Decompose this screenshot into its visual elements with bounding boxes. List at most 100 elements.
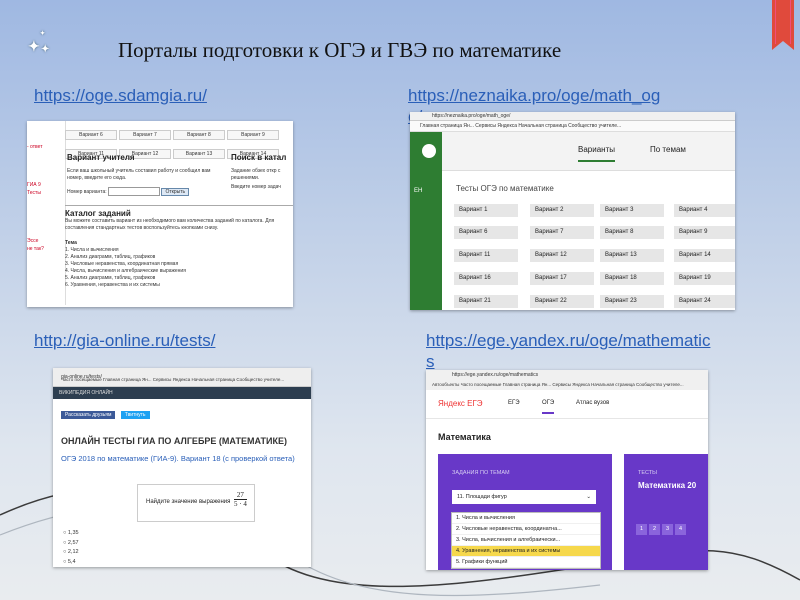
nav-oge[interactable]: ОГЭ [542,400,555,414]
tab-variants[interactable]: Варианты [578,145,615,162]
sidebar-item[interactable]: Тесты [27,189,65,197]
variant-button[interactable]: Вариант 21 [454,295,518,308]
sidebar-item[interactable]: ГИА 9 [27,181,65,189]
variant-button[interactable]: Вариант 24 [674,295,735,308]
topic-item[interactable]: 1. Числа и вычисления [65,247,293,254]
answer-option[interactable]: ○ 2,57 [63,540,79,546]
variant-button[interactable]: Вариант 22 [530,295,594,308]
screenshot-gia-online: gia-online.ru/tests/ Часто посещаемые Гл… [53,368,311,567]
topic-item[interactable]: 5. Анализ диаграмм, таблиц, графиков [65,275,293,282]
tests-subtitle: Тесты ОГЭ по математике [456,184,554,193]
variant-button[interactable]: Вариант 12 [530,249,594,262]
variant-button[interactable]: Вариант 9 [674,226,735,239]
variant-button[interactable]: Вариант 4 [674,204,735,217]
browser-toolbar: https://neznaika.pro/oge/math_oge/ [410,112,735,121]
catalog-title: Каталог заданий [65,209,131,218]
variant-button[interactable]: Вариант 23 [600,295,664,308]
teacher-variant-title: Вариант учителя [67,153,135,162]
variant-button[interactable]: Вариант 2 [530,204,594,217]
variant-button[interactable]: Вариант 13 [600,249,664,262]
variant-number-label: Номер варианта: [67,188,107,195]
fraction-numerator: 27 [234,491,247,500]
screenshot-yandex: https://ege.yandex.ru/oge/mathematics Ав… [426,370,708,570]
topic-item[interactable]: 4. Числа, вычисления и алгебраические вы… [65,268,293,275]
link-yandex-cont[interactable]: s [426,352,435,372]
screenshot-sdamgia: - ответ ГИА 9 Тесты Эссе не так? Вариант… [27,121,293,307]
task-text: Найдите значение выражения [146,499,231,505]
browser-toolbar: https://ege.yandex.ru/oge/mathematics Ав… [426,370,708,391]
topic-item[interactable]: 6. Уравнения, неравенства и их системы [65,282,293,289]
variant-button[interactable]: Вариант 16 [454,272,518,285]
variant-button[interactable]: Вариант 6 [454,226,518,239]
variant-button[interactable]: Вариант 3 [600,204,664,217]
topic-select[interactable]: 11. Площади фигур ⌄ [452,490,596,504]
address-bar[interactable]: https://ege.yandex.ru/oge/mathematics [432,370,708,380]
sidebar-item[interactable]: не так? [27,245,65,253]
nav-ege[interactable]: ЕГЭ [508,400,520,406]
nav-atlas[interactable]: Атлас вузов [576,400,609,406]
answer-option[interactable]: ○ 2,12 [63,549,79,555]
share-button[interactable]: Рассказать друзьям [61,411,116,419]
variant-button[interactable]: Вариант 8 [173,130,225,140]
address-bar[interactable]: https://neznaika.pro/oge/math_oge/ [432,113,510,119]
variant-button[interactable]: Вариант 14 [674,249,735,262]
tweet-button[interactable]: Твитнуть [120,411,150,419]
tests-card-title: Математика 20 [638,481,697,490]
variant-buttons: Вариант 1 Вариант 2 Вариант 3 Вариант 4 … [454,204,735,310]
bookmark-ribbon [772,0,794,50]
variant-button[interactable]: Вариант 9 [227,130,279,140]
yandex-logo[interactable]: Яндекс ЕГЭ [438,399,483,408]
task-box: Найдите значение выражения 27 5 · 4 [137,484,255,522]
variant-button[interactable]: Вариант 18 [600,272,664,285]
fraction-denominator: 5 · 4 [234,500,247,508]
variant-button[interactable]: Вариант 8 [600,226,664,239]
dropdown-option[interactable]: 1. Числа и вычисления [452,513,600,524]
answer-option[interactable]: ○ 5,4 [63,559,76,565]
topic-item[interactable]: 3. Числовые неравенства, координатная пр… [65,261,293,268]
topic-item[interactable]: 2. Анализ диаграмм, таблиц, графиков [65,254,293,261]
dropdown-option[interactable]: 5. Графики функций [452,557,600,568]
search-hint: Введите номер задач [231,184,281,190]
bookmarks-bar[interactable]: Автообъекты Часто посещаемые Главная стр… [432,380,708,390]
screenshot-neznaika: https://neznaika.pro/oge/math_oge/ Главн… [410,112,735,310]
variant-button[interactable]: Вариант 19 [674,272,735,285]
dropdown-option[interactable]: 4. Уравнения, неравенства и их системы [452,546,600,557]
page-button[interactable]: 3 [662,524,673,535]
link-sdamgia[interactable]: https://oge.sdamgia.ru/ [34,86,207,106]
variant-button[interactable]: Вариант 7 [119,130,171,140]
link-yandex[interactable]: https://ege.yandex.ru/oge/mathematic [426,331,710,351]
tests-card-label: ТЕСТЫ [638,470,658,476]
page-heading: ОНЛАЙН ТЕСТЫ ГИА ПО АЛГЕБРЕ (МАТЕМАТИКЕ) [61,436,287,446]
dropdown-option[interactable]: 3. Числа, вычисления и алгебраически... [452,535,600,546]
test-subtitle[interactable]: ОГЭ 2018 по математике (ГИА-9). Вариант … [61,454,295,463]
link-neznaika[interactable]: https://neznaika.pro/oge/math_og [408,86,660,106]
page-button[interactable]: 4 [675,524,686,535]
open-button[interactable]: Открыть [161,187,190,196]
bookmarks-bar[interactable]: Часто посещаемые Главная страница Ян... … [61,377,284,382]
subject-heading: Математика [438,432,491,442]
site-header: Яндекс ЕГЭ ЕГЭ ОГЭ Атлас вузов [426,390,708,419]
variant-button[interactable]: Вариант 11 [454,249,518,262]
tab-topics[interactable]: По темам [650,145,686,154]
dropdown-option[interactable]: 2. Числовые неравенства, координатна... [452,524,600,535]
sidebar-text: ЕН [414,188,423,194]
green-sidebar: ЕН [410,132,442,310]
link-gia-online[interactable]: http://gia-online.ru/tests/ [34,331,215,351]
variant-number-input[interactable] [108,187,161,196]
page-button[interactable]: 2 [649,524,660,535]
answer-option[interactable]: ○ 1,35 [63,530,79,536]
search-panel: Поиск в катал Задание обзех откр с решен… [231,153,293,191]
bookmarks-bar[interactable]: Главная страница Ян... Сервисы Яндекса Н… [410,121,735,132]
sidebar-item[interactable]: - ответ [27,143,65,151]
teacher-variant-text: Если ваш школьный учитель составил работ… [67,168,211,181]
variant-button[interactable]: Вариант 1 [454,204,518,217]
variant-button[interactable]: Вариант 6 [65,130,117,140]
search-text: Задание обзех откр с решениями. [231,168,281,181]
variant-button[interactable]: Вариант 17 [530,272,594,285]
search-title: Поиск в катал [231,153,287,162]
chevron-down-icon: ⌄ [586,494,591,500]
variant-button[interactable]: Вариант 7 [530,226,594,239]
slide-title: Порталы подготовки к ОГЭ и ГВЭ по матема… [118,38,562,62]
sidebar-item[interactable]: Эссе [27,237,65,245]
page-button[interactable]: 1 [636,524,647,535]
